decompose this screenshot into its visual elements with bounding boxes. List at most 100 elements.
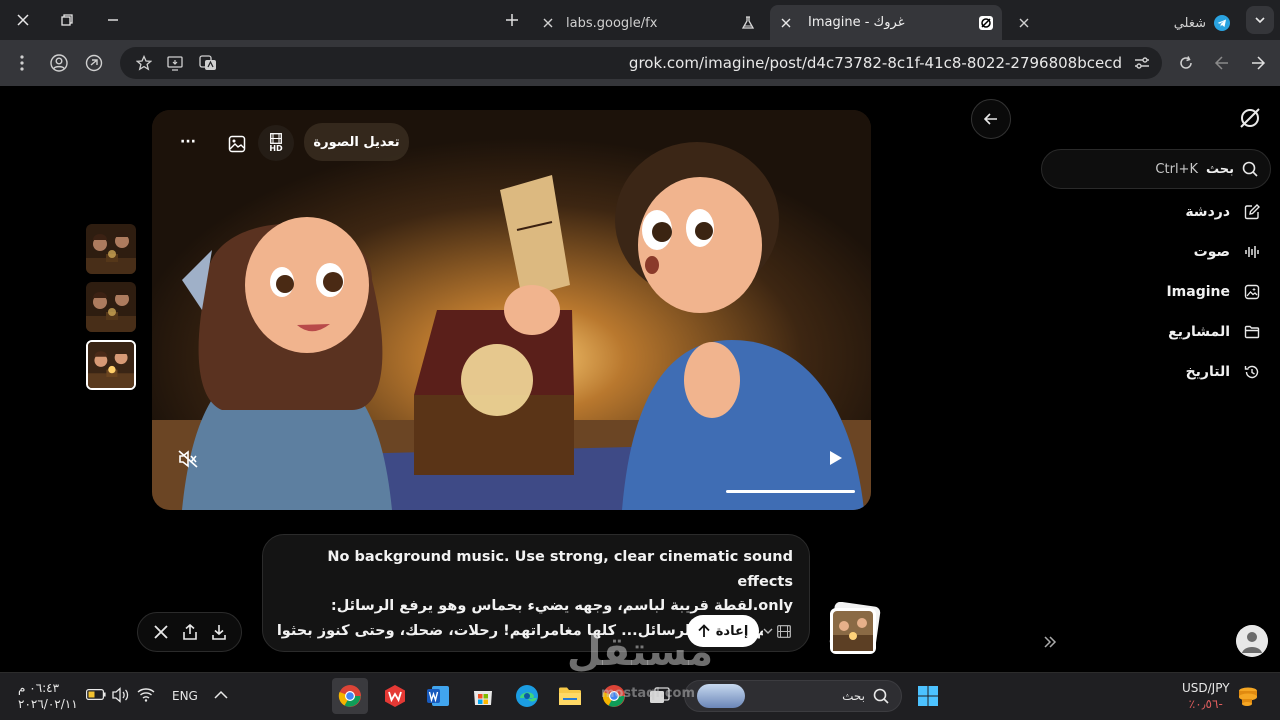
tab-close-icon[interactable] xyxy=(778,15,794,31)
tab-close-icon[interactable] xyxy=(1016,15,1032,31)
wifi-icon[interactable] xyxy=(137,687,155,703)
arrow-left-icon xyxy=(984,113,997,125)
more-options-icon[interactable]: ··· xyxy=(176,132,200,152)
tab-labs[interactable]: labs.google/fx xyxy=(534,6,766,40)
thumbnail-3-selected[interactable] xyxy=(86,340,136,390)
thumbnail-2[interactable] xyxy=(86,282,136,332)
tab-title: Imagine - غروك xyxy=(808,15,905,30)
edit-image-label: تعديل الصورة xyxy=(313,134,400,150)
windows-logo-icon xyxy=(918,686,938,706)
task-view-icon[interactable] xyxy=(642,678,678,714)
bookmark-star-icon[interactable] xyxy=(130,49,158,77)
start-button[interactable] xyxy=(910,678,946,714)
battery-icon[interactable] xyxy=(86,689,106,700)
back-arrow-icon[interactable] xyxy=(1244,49,1272,77)
clock[interactable]: ٠٦:٤٣ م ٢٠٢٦/٠٢/١١ xyxy=(18,680,78,712)
taskbar-search[interactable]: بحث xyxy=(684,680,902,712)
sidebar-item-projects[interactable]: المشاريع xyxy=(1168,319,1262,345)
tab-title: labs.google/fx xyxy=(566,15,658,31)
back-button[interactable] xyxy=(971,99,1011,139)
tab-telegram[interactable]: شغلي xyxy=(1008,6,1236,40)
tab-search-button[interactable] xyxy=(1246,6,1274,34)
chevron-up-icon[interactable] xyxy=(214,690,228,700)
sidebar-item-label: دردشة xyxy=(1185,204,1230,220)
new-tab-button[interactable] xyxy=(498,6,526,34)
forward-arrow-icon[interactable] xyxy=(1208,49,1236,77)
ticker-change: -٠٫٥٦٪ xyxy=(1188,697,1223,711)
file-explorer-icon[interactable] xyxy=(552,678,588,714)
sidebar-item-history[interactable]: التاريخ xyxy=(1186,359,1262,385)
chrome-app-icon[interactable] xyxy=(332,678,368,714)
menu-dots-icon[interactable] xyxy=(8,49,36,77)
store-app-icon[interactable] xyxy=(465,678,501,714)
sidebar-item-label: التاريخ xyxy=(1185,364,1230,380)
generated-image xyxy=(152,110,871,510)
minimize-window-icon[interactable] xyxy=(98,6,128,34)
wps-app-icon[interactable] xyxy=(377,678,413,714)
avatar[interactable] xyxy=(1236,625,1268,657)
grok-logo-icon[interactable] xyxy=(1236,104,1264,132)
folder-icon xyxy=(1242,322,1262,342)
share-icon[interactable] xyxy=(182,624,197,640)
sidebar-item-label: Imagine xyxy=(1166,284,1230,300)
mute-icon[interactable] xyxy=(176,447,200,471)
ticker-name: USD/JPY xyxy=(1182,681,1230,695)
share-toolbar xyxy=(137,612,242,652)
search-label: بحث xyxy=(1205,161,1234,177)
save-image-icon[interactable] xyxy=(225,132,249,156)
url-text[interactable]: grok.com/imagine/post/d4c73782-8c1f-41c8… xyxy=(629,54,1122,72)
search-highlight-image xyxy=(697,684,745,708)
history-icon xyxy=(1242,362,1262,382)
volume-icon[interactable] xyxy=(112,687,130,703)
expand-sidebar-icon[interactable] xyxy=(1040,632,1060,652)
telegram-icon xyxy=(1214,15,1230,31)
word-app-icon[interactable] xyxy=(420,678,456,714)
grok-icon xyxy=(978,15,994,31)
image-viewer[interactable]: تعديل الصورة HD ··· xyxy=(152,110,871,510)
profile-icon[interactable] xyxy=(45,49,73,77)
chrome-profile-icon[interactable] xyxy=(596,678,632,714)
sidebar-item-label: المشاريع xyxy=(1168,324,1230,340)
translate-icon[interactable] xyxy=(194,49,222,77)
retry-label: إعادة xyxy=(715,623,749,639)
download-icon[interactable] xyxy=(211,624,226,640)
taskbar-search-label: بحث xyxy=(842,689,865,703)
sidebar-item-voice[interactable]: صوت xyxy=(1194,239,1262,265)
hd-label: HD xyxy=(269,144,283,153)
search-icon xyxy=(873,688,889,704)
image-spark-icon xyxy=(1242,282,1262,302)
restore-window-icon[interactable] xyxy=(52,6,82,34)
extension-icon[interactable] xyxy=(80,49,108,77)
hd-video-button[interactable]: HD xyxy=(258,125,294,161)
sidebar-item-label: صوت xyxy=(1193,244,1230,260)
arrow-up-icon xyxy=(698,624,710,637)
ticker-widget[interactable]: USD/JPY -٠٫٥٦٪ xyxy=(1182,680,1230,712)
edit-icon xyxy=(1242,202,1262,222)
prompt-panel[interactable]: No background music. Use strong, clear c… xyxy=(262,534,810,652)
retry-button[interactable]: إعادة xyxy=(687,615,759,647)
coins-icon[interactable] xyxy=(1236,684,1260,708)
edit-image-button[interactable]: تعديل الصورة xyxy=(304,123,409,161)
language-indicator[interactable]: ENG xyxy=(172,689,198,703)
reload-icon[interactable] xyxy=(1172,49,1200,77)
flask-icon xyxy=(740,15,756,31)
chevron-down-icon xyxy=(1255,17,1265,24)
tab-grok[interactable]: Imagine - غروك xyxy=(770,5,1002,40)
tab-title: شغلي xyxy=(1173,15,1206,31)
chevron-down-icon xyxy=(763,628,773,634)
search-icon xyxy=(1242,161,1258,177)
sidebar-search[interactable]: بحث Ctrl+K xyxy=(1041,149,1271,189)
video-mode-select[interactable] xyxy=(763,621,803,641)
sidebar-item-imagine[interactable]: Imagine xyxy=(1166,279,1262,305)
source-image-stack[interactable] xyxy=(826,602,882,656)
thumbnail-1[interactable] xyxy=(86,224,136,274)
close-window-icon[interactable] xyxy=(8,6,38,34)
site-settings-icon[interactable] xyxy=(1128,49,1156,77)
waveform-icon xyxy=(1242,242,1262,262)
tab-close-icon[interactable] xyxy=(540,15,556,31)
play-icon[interactable] xyxy=(824,446,848,470)
install-app-icon[interactable] xyxy=(162,49,190,77)
edge-app-icon[interactable] xyxy=(509,678,545,714)
x-share-icon[interactable] xyxy=(153,625,168,639)
sidebar-item-chat[interactable]: دردشة xyxy=(1185,199,1262,225)
